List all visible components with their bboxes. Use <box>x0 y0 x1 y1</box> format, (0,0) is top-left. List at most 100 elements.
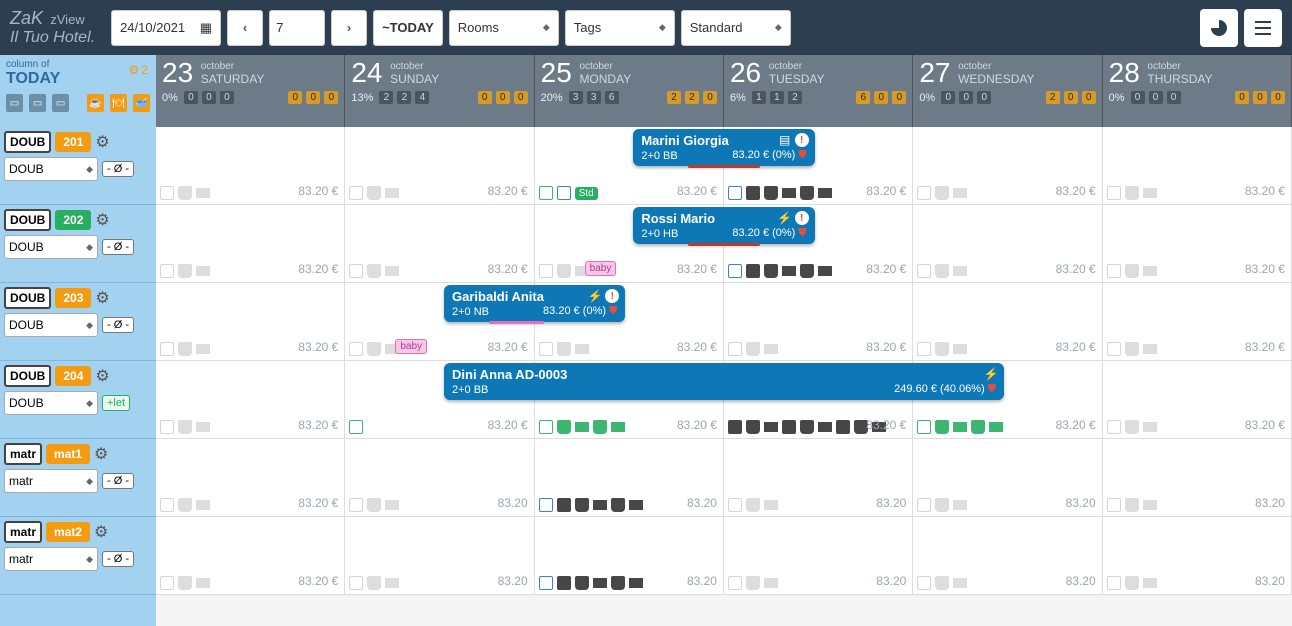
laundry-icon[interactable] <box>385 500 399 510</box>
laundry-icon[interactable] <box>1143 188 1157 198</box>
calendar-cell[interactable]: 83.20 <box>345 517 534 595</box>
clean-icon[interactable] <box>935 576 949 590</box>
note-icon[interactable] <box>746 186 760 200</box>
stats-button[interactable] <box>1200 9 1238 47</box>
day-header[interactable]: 27 octoberWEDNESDAY 0% 000 200 <box>913 55 1102 127</box>
laundry-icon[interactable] <box>575 344 589 354</box>
note-icon[interactable] <box>539 186 553 200</box>
calendar-cell[interactable]: 83.20 <box>1103 439 1292 517</box>
clean-icon[interactable] <box>935 342 949 356</box>
laundry-icon[interactable] <box>818 422 832 432</box>
day-header[interactable]: 23 octoberSATURDAY 0% 000 000 <box>156 55 345 127</box>
tool-icon[interactable]: ☕ <box>87 94 104 112</box>
note-icon[interactable] <box>728 342 742 356</box>
clean-icon[interactable] <box>367 342 381 356</box>
menu-button[interactable] <box>1244 9 1282 47</box>
note-icon[interactable] <box>728 498 742 512</box>
laundry-icon[interactable] <box>385 266 399 276</box>
laundry-icon[interactable] <box>385 578 399 588</box>
day-header[interactable]: 25 octoberMONDAY 20% 336 220 <box>535 55 724 127</box>
note-icon[interactable] <box>728 576 742 590</box>
extra-badge[interactable]: +let <box>102 395 130 411</box>
calendar-cell[interactable]: 83.20 € <box>156 517 345 595</box>
laundry-icon[interactable] <box>782 266 796 276</box>
laundry-icon[interactable] <box>953 578 967 588</box>
laundry-icon[interactable] <box>818 188 832 198</box>
clean-icon[interactable] <box>935 186 949 200</box>
laundry-icon[interactable] <box>764 500 778 510</box>
laundry-icon[interactable] <box>593 500 607 510</box>
laundry-icon[interactable] <box>593 578 607 588</box>
note-icon[interactable] <box>1107 342 1121 356</box>
sidebar-gear[interactable]: ⚙2 <box>129 63 148 77</box>
clean-icon[interactable] <box>746 498 760 512</box>
clean-icon[interactable] <box>1125 576 1139 590</box>
clean-icon[interactable] <box>178 576 192 590</box>
calendar-cell[interactable]: 83.20 € <box>156 127 345 205</box>
day-header[interactable]: 24 octoberSUNDAY 13% 224 000 <box>345 55 534 127</box>
clean-icon[interactable] <box>178 342 192 356</box>
laundry-icon[interactable] <box>196 266 210 276</box>
tool-icon[interactable]: 🍽 <box>110 94 127 112</box>
clean-icon[interactable] <box>178 264 192 278</box>
note-icon[interactable] <box>728 420 742 434</box>
laundry-icon[interactable] <box>629 578 643 588</box>
laundry-icon[interactable] <box>1143 344 1157 354</box>
note-icon[interactable] <box>1107 420 1121 434</box>
tool-icon[interactable]: ▭ <box>6 94 23 112</box>
note-icon[interactable] <box>539 420 553 434</box>
gear-icon[interactable]: ⚙ <box>95 366 109 386</box>
room-type-select[interactable]: DOUB◆ <box>4 157 98 181</box>
note-icon[interactable] <box>539 576 553 590</box>
tool-icon[interactable]: 🥣 <box>133 94 150 112</box>
gear-icon[interactable]: ⚙ <box>94 522 108 542</box>
room-type-select[interactable]: DOUB◆ <box>4 235 98 259</box>
clean-icon[interactable] <box>178 498 192 512</box>
note-icon[interactable] <box>728 264 742 278</box>
note-icon[interactable] <box>917 186 931 200</box>
clean-icon[interactable] <box>178 186 192 200</box>
clean-icon[interactable] <box>800 186 814 200</box>
room-type-select[interactable]: DOUB◆ <box>4 391 98 415</box>
clean-icon[interactable] <box>746 342 760 356</box>
calendar-cell[interactable]: 83.20 € <box>913 127 1102 205</box>
note-icon[interactable] <box>836 420 850 434</box>
note-icon[interactable] <box>160 420 174 434</box>
calendar-cell[interactable]: 83.20 <box>535 517 724 595</box>
date-picker[interactable]: 24/10/2021 ▦ <box>111 10 221 46</box>
note-icon[interactable] <box>349 342 363 356</box>
booking[interactable]: ⚡ Dini Anna AD-0003 2+0 BB249.60 € (40.0… <box>444 363 1004 400</box>
laundry-icon[interactable] <box>782 188 796 198</box>
laundry-icon[interactable] <box>953 500 967 510</box>
clean-icon[interactable] <box>764 264 778 278</box>
note-icon[interactable] <box>539 264 553 278</box>
note-icon[interactable] <box>782 420 796 434</box>
calendar-cell[interactable]: 83.20 € <box>1103 205 1292 283</box>
laundry-icon[interactable] <box>611 422 625 432</box>
calendar-cell[interactable]: 83.20 € <box>913 283 1102 361</box>
clean-icon[interactable] <box>557 342 571 356</box>
booking[interactable]: ▤! Marini Giorgia 2+0 BB83.20 € (0%) ⛊ <box>633 129 814 166</box>
laundry-icon[interactable] <box>818 266 832 276</box>
laundry-icon[interactable] <box>1143 422 1157 432</box>
clean-icon[interactable] <box>367 186 381 200</box>
prev-button[interactable]: ‹ <box>227 10 263 46</box>
extra-badge[interactable]: - Ø - <box>102 551 134 567</box>
note-icon[interactable] <box>349 576 363 590</box>
clean-icon[interactable] <box>367 498 381 512</box>
calendar-cell[interactable]: 83.20 € <box>345 205 534 283</box>
clean-icon[interactable] <box>611 576 625 590</box>
note-icon[interactable] <box>160 264 174 278</box>
calendar-cell[interactable]: 83.20 <box>345 439 534 517</box>
room-number[interactable]: 203 <box>55 288 91 308</box>
calendar-cell[interactable]: 83.20 € <box>1103 127 1292 205</box>
clean-icon[interactable] <box>935 498 949 512</box>
calendar-cell[interactable]: 83.20 € <box>156 205 345 283</box>
clean-icon[interactable] <box>1125 264 1139 278</box>
note-icon[interactable] <box>557 186 571 200</box>
note-icon[interactable] <box>1107 264 1121 278</box>
laundry-icon[interactable] <box>764 344 778 354</box>
calendar-cell[interactable]: 83.20 € <box>724 283 913 361</box>
gear-icon[interactable]: ⚙ <box>95 210 109 230</box>
room-number[interactable]: 202 <box>55 210 91 230</box>
